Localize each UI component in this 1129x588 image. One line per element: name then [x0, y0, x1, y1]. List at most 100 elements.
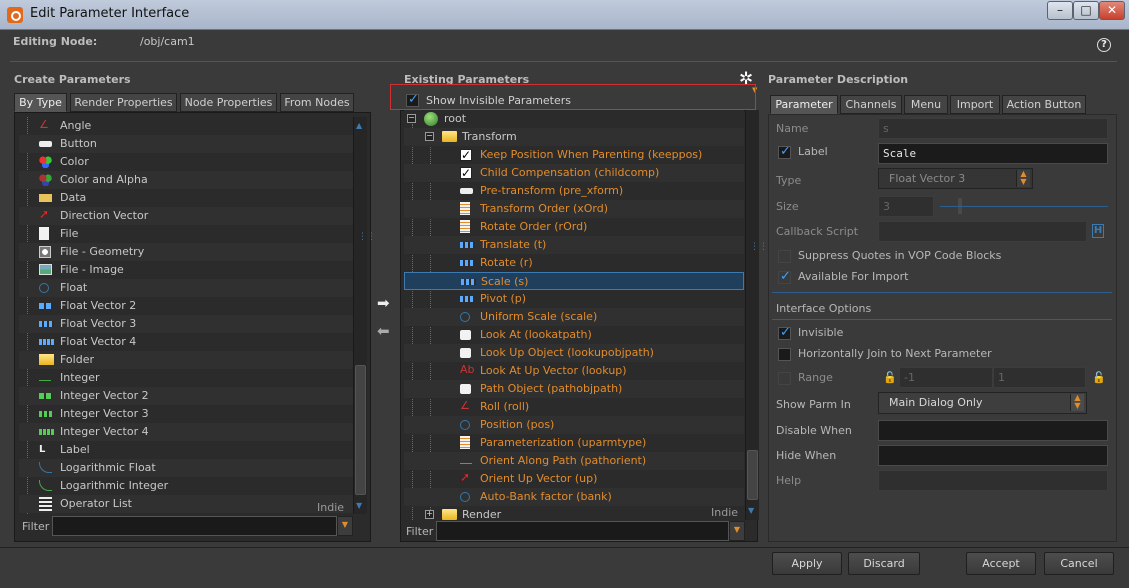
- list-item[interactable]: Button: [19, 135, 353, 153]
- tree-item[interactable]: Uniform Scale (scale): [404, 308, 744, 326]
- tree-item[interactable]: Look At (lookatpath): [404, 326, 744, 344]
- available-for-import-checkbox[interactable]: [778, 269, 791, 284]
- list-item[interactable]: Integer Vector 3: [19, 405, 353, 423]
- scroll-down-arrow-icon[interactable]: ▼: [748, 506, 754, 515]
- tree-item[interactable]: ➚ Orient Up Vector (up): [404, 470, 744, 488]
- tree-item[interactable]: Translate (t): [404, 236, 744, 254]
- tab-import[interactable]: Import: [950, 95, 1000, 114]
- list-item[interactable]: Integer: [19, 369, 353, 387]
- disable-when-field[interactable]: [878, 420, 1108, 441]
- collapse-icon[interactable]: −: [425, 132, 434, 141]
- tree-item[interactable]: Rotate Order (rOrd): [404, 218, 744, 236]
- collapse-icon[interactable]: −: [407, 114, 416, 123]
- remove-parameter-arrow-icon[interactable]: ⬅: [377, 322, 390, 340]
- expand-icon[interactable]: +: [425, 510, 434, 519]
- range-max-field[interactable]: 1: [993, 367, 1086, 388]
- list-item[interactable]: File - Image: [19, 261, 353, 279]
- tab-render-properties[interactable]: Render Properties: [70, 93, 177, 112]
- create-filter-input[interactable]: [52, 516, 337, 536]
- hide-when-field[interactable]: [878, 445, 1108, 466]
- tree-folder-render[interactable]: + Render: [404, 506, 744, 520]
- list-item[interactable]: L Label: [19, 441, 353, 459]
- list-item[interactable]: Float Vector 3: [19, 315, 353, 333]
- close-button[interactable]: ✕: [1099, 1, 1125, 20]
- list-item[interactable]: Integer Vector 4: [19, 423, 353, 441]
- tree-item[interactable]: Parameterization (uparmtype): [404, 434, 744, 452]
- tree-item[interactable]: Path Object (pathobjpath): [404, 380, 744, 398]
- tab-parameter[interactable]: Parameter: [770, 95, 838, 114]
- tree-item[interactable]: Ab Look At Up Vector (lookup): [404, 362, 744, 380]
- list-item[interactable]: Operator List: [19, 495, 353, 513]
- tree-root-row[interactable]: − root: [404, 110, 744, 128]
- label-checkbox[interactable]: [778, 144, 791, 159]
- horizontally-join-checkbox[interactable]: [778, 348, 791, 361]
- minimize-button[interactable]: –: [1047, 1, 1073, 20]
- invisible-checkbox[interactable]: [778, 325, 791, 340]
- tree-item[interactable]: Rotate (r): [404, 254, 744, 272]
- list-item[interactable]: Data: [19, 189, 353, 207]
- discard-button[interactable]: Discard: [848, 552, 920, 575]
- create-filter-dropdown-icon[interactable]: ▼: [337, 516, 353, 536]
- tree-folder-transform[interactable]: − Transform: [404, 128, 744, 146]
- list-item[interactable]: Float Vector 4: [19, 333, 353, 351]
- show-parm-in-select[interactable]: Main Dialog Only ▲ ▼: [878, 392, 1087, 414]
- tree-item[interactable]: Look Up Object (lookupobjpath): [404, 344, 744, 362]
- list-item[interactable]: File - Geometry: [19, 243, 353, 261]
- tab-channels[interactable]: Channels: [840, 95, 902, 114]
- list-item[interactable]: Logarithmic Integer: [19, 477, 353, 495]
- callback-script-field[interactable]: [878, 221, 1087, 242]
- size-field[interactable]: 3: [878, 196, 934, 217]
- add-parameter-arrow-icon[interactable]: ➡: [377, 294, 390, 312]
- scrollbar-thumb[interactable]: [355, 365, 366, 495]
- list-item[interactable]: ➚ Direction Vector: [19, 207, 353, 225]
- tree-item[interactable]: ∠ Roll (roll): [404, 398, 744, 416]
- suppress-quotes-checkbox[interactable]: [778, 250, 791, 263]
- tab-node-properties[interactable]: Node Properties: [180, 93, 277, 112]
- tree-item[interactable]: Orient Along Path (pathorient): [404, 452, 744, 470]
- lock-max-icon[interactable]: 🔓: [1092, 371, 1106, 384]
- type-select[interactable]: Float Vector 3 ▲ ▼: [878, 168, 1033, 189]
- lock-min-icon[interactable]: 🔓: [883, 371, 897, 384]
- tree-item[interactable]: Scale (s): [404, 272, 744, 290]
- scroll-up-arrow-icon[interactable]: ▲: [356, 121, 362, 130]
- expression-language-icon[interactable]: H: [1092, 224, 1104, 238]
- tree-item[interactable]: Auto-Bank factor (bank): [404, 488, 744, 506]
- existing-filter-input[interactable]: [436, 521, 729, 541]
- size-slider-track[interactable]: [940, 206, 1108, 207]
- scrollbar-thumb[interactable]: [747, 450, 758, 500]
- apply-button[interactable]: Apply: [772, 552, 842, 575]
- accept-button[interactable]: Accept: [966, 552, 1036, 575]
- maximize-button[interactable]: □: [1073, 1, 1099, 20]
- list-item[interactable]: Float: [19, 279, 353, 297]
- label-field[interactable]: Scale: [878, 143, 1108, 164]
- list-item[interactable]: Color: [19, 153, 353, 171]
- name-field[interactable]: s: [878, 118, 1108, 139]
- tree-item[interactable]: ✓ Child Compensation (childcomp): [404, 164, 744, 182]
- tree-item[interactable]: Transform Order (xOrd): [404, 200, 744, 218]
- tree-item[interactable]: Pivot (p): [404, 290, 744, 308]
- help-field[interactable]: [878, 470, 1108, 491]
- list-item[interactable]: Float Vector 2: [19, 297, 353, 315]
- create-list-scrollbar[interactable]: ▲ ▼: [353, 117, 367, 514]
- list-item[interactable]: Folder: [19, 351, 353, 369]
- tab-from-nodes[interactable]: From Nodes: [280, 93, 354, 112]
- range-checkbox[interactable]: [778, 372, 791, 385]
- tree-item[interactable]: Pre-transform (pre_xform): [404, 182, 744, 200]
- scroll-down-arrow-icon[interactable]: ▼: [356, 501, 362, 510]
- tab-by-type[interactable]: By Type: [14, 93, 67, 112]
- list-item[interactable]: Integer Vector 2: [19, 387, 353, 405]
- list-item[interactable]: Color and Alpha: [19, 171, 353, 189]
- tab-action-button[interactable]: Action Button: [1002, 95, 1086, 114]
- list-item[interactable]: File: [19, 225, 353, 243]
- tree-item[interactable]: Position (pos): [404, 416, 744, 434]
- tree-item[interactable]: ✓ Keep Position When Parenting (keeppos): [404, 146, 744, 164]
- tab-menu[interactable]: Menu: [904, 95, 948, 114]
- show-invisible-checkbox[interactable]: [406, 92, 419, 107]
- help-icon[interactable]: ?: [1097, 38, 1111, 52]
- cancel-button[interactable]: Cancel: [1044, 552, 1114, 575]
- existing-tree-scrollbar[interactable]: ▼: [745, 110, 759, 520]
- range-min-field[interactable]: -1: [899, 367, 993, 388]
- list-item[interactable]: ∠ Angle: [19, 117, 353, 135]
- existing-filter-dropdown-icon[interactable]: ▼: [729, 521, 745, 541]
- list-item[interactable]: Logarithmic Float: [19, 459, 353, 477]
